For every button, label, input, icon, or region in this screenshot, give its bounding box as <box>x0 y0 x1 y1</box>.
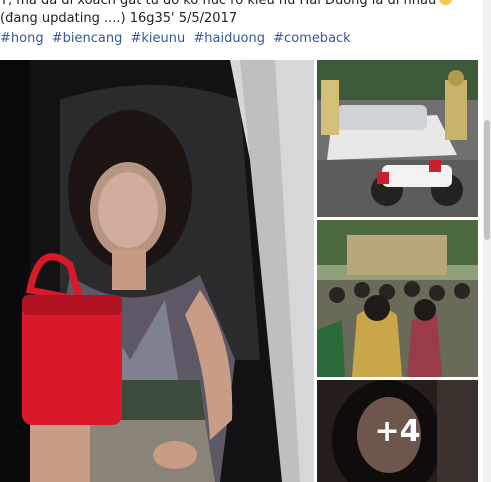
more-photos-count: +4 <box>374 413 421 449</box>
photo-grid: +4 <box>0 60 478 482</box>
hashtag-link[interactable]: #kieunu <box>130 31 185 46</box>
page-scrollbar[interactable] <box>483 0 491 482</box>
scrollbar-thumb[interactable] <box>484 120 490 240</box>
emoji-icon <box>439 0 453 5</box>
hashtag-row: #hong #biencang #kieunu #haiduong #comeb… <box>0 31 355 46</box>
post-top-line: T, ma da di xoach gat tu do ko nuc ro ki… <box>0 0 453 8</box>
main-photo-image <box>0 60 314 482</box>
hashtag-link[interactable]: #haiduong <box>193 31 265 46</box>
side-photo[interactable] <box>317 220 478 377</box>
post-status-line: (đang updating ....) 16g35' 5/5/2017 <box>0 11 238 26</box>
side-photo-more[interactable]: +4 <box>317 380 478 482</box>
hashtag-link[interactable]: #comeback <box>273 31 351 46</box>
hashtag-link[interactable]: #hong <box>0 31 44 46</box>
side-photo-image <box>317 220 478 377</box>
post-text: T, ma da di xoach gat tu do ko nuc ro ki… <box>0 0 491 56</box>
more-photos-overlay[interactable]: +4 <box>317 380 478 482</box>
hashtag-link[interactable]: #biencang <box>52 31 123 46</box>
post-top-text: T, ma da di xoach gat tu do ko nuc ro ki… <box>0 0 437 8</box>
side-photo-image <box>317 60 478 217</box>
main-photo[interactable] <box>0 60 314 482</box>
side-photo[interactable] <box>317 60 478 217</box>
